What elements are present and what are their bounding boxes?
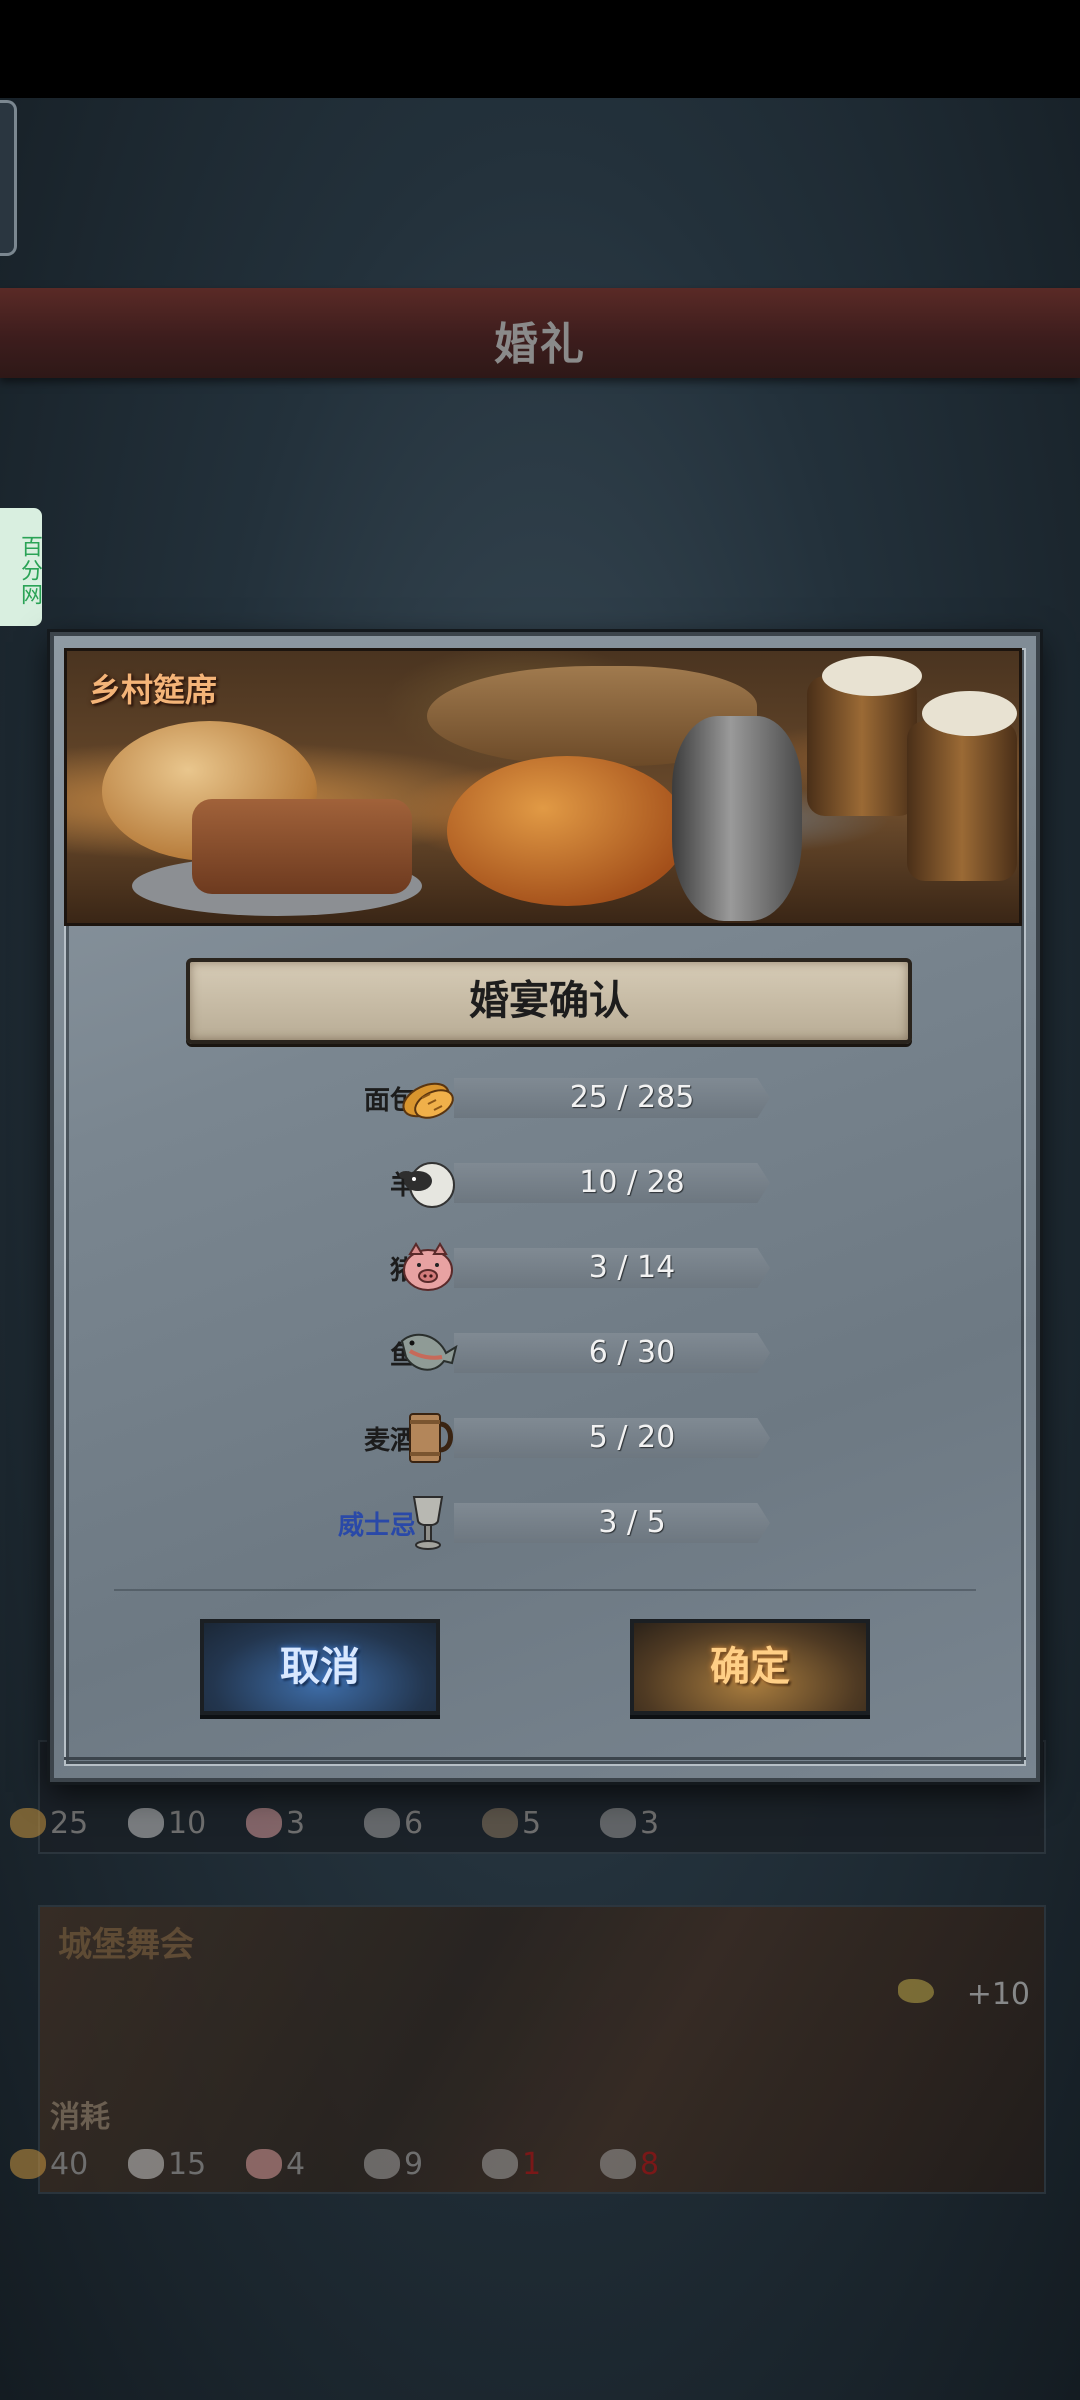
feast-card-village-costs: 25 10 3 6 5 3: [10, 1803, 718, 1843]
roast-chicken-art: [447, 756, 687, 906]
cost-item: 6: [364, 1806, 482, 1841]
confirm-button[interactable]: 确定: [630, 1619, 870, 1715]
cost-item: 9: [364, 2147, 482, 2182]
resource-row-bread: 面包 25 / 285: [54, 1066, 1036, 1130]
cost-item: 25: [10, 1806, 128, 1841]
pig-icon: [403, 1242, 453, 1291]
cost-item: 40: [10, 2147, 128, 2182]
ribs-art: [192, 799, 412, 894]
sheep-icon: [399, 1162, 455, 1208]
feast-card-castle-costs: 40 15 4 9 1 8: [10, 2144, 718, 2184]
resource-row-whisky: 威士忌 3 / 5: [54, 1491, 1036, 1555]
page-title: 婚礼: [494, 319, 586, 370]
ale-foam-art: [822, 656, 922, 696]
resource-value: 5 / 20: [588, 1420, 676, 1455]
resource-bar: 3 / 5: [454, 1503, 770, 1543]
banana-icon: [898, 1979, 934, 2003]
side-badge[interactable]: 百分网: [0, 508, 42, 626]
back-tab[interactable]: [0, 100, 17, 256]
resource-bar: 6 / 30: [454, 1333, 770, 1373]
divider: [114, 1589, 976, 1591]
dialog-bottom-edge: [64, 1757, 1026, 1760]
header-band: 婚礼: [0, 288, 1080, 378]
resource-row-sheep: 羊 10 / 28: [54, 1151, 1036, 1215]
sheep-icon: [128, 1808, 164, 1838]
resource-value: 25 / 285: [569, 1080, 695, 1115]
dialog-title: 婚宴确认: [469, 978, 629, 1024]
bread-icon: [10, 2149, 46, 2179]
cancel-button[interactable]: 取消: [200, 1619, 440, 1715]
resource-value: 10 / 28: [579, 1165, 685, 1200]
fish-icon: [364, 1808, 400, 1838]
goblet-icon: [600, 2149, 636, 2179]
resource-value: 6 / 30: [588, 1335, 676, 1370]
card-title: 城堡舞会: [58, 1925, 194, 1965]
pitcher-art: [672, 716, 802, 921]
ale-mug-icon: [409, 1413, 453, 1463]
ale-foam-art: [922, 691, 1017, 736]
dialog-title-plate: 婚宴确认: [186, 958, 912, 1044]
resource-bar: 10 / 28: [454, 1163, 770, 1203]
resource-bar: 5 / 20: [454, 1418, 770, 1458]
wedding-feast-dialog: 乡村筵席 婚宴确认 面包 25 / 285 羊 10 / 28 猪 3 / 14: [50, 632, 1040, 1782]
cost-item: 8: [600, 2147, 718, 2182]
ale-mug-icon: [482, 1808, 518, 1838]
resource-row-ale: 麦酒 5 / 20: [54, 1406, 1036, 1470]
fish-icon: [482, 2149, 518, 2179]
resource-value: 3 / 14: [588, 1250, 676, 1285]
resource-value: 3 / 5: [598, 1505, 666, 1540]
ale-barrel-art: [807, 676, 917, 816]
cancel-button-label: 取消: [280, 1644, 360, 1690]
card-bonus: +10: [966, 1977, 1030, 2012]
goblet-icon: [600, 1808, 636, 1838]
cost-item: 5: [482, 1806, 600, 1841]
cost-item: 1: [482, 2147, 600, 2182]
ale-barrel-art: [907, 721, 1017, 881]
resource-row-fish: 鱼 6 / 30: [54, 1321, 1036, 1385]
resource-bar: 25 / 285: [454, 1078, 770, 1118]
status-bar: [0, 0, 1080, 98]
fish-icon: [364, 2149, 400, 2179]
cost-item: 10: [128, 1806, 246, 1841]
goblet-icon: [412, 1496, 444, 1550]
bread-icon: [402, 1082, 454, 1119]
cost-item: 15: [128, 2147, 246, 2182]
pig-icon: [246, 1808, 282, 1838]
sheep-icon: [128, 2149, 164, 2179]
confirm-button-label: 确定: [710, 1644, 790, 1690]
resource-bar: 3 / 14: [454, 1248, 770, 1288]
bread-icon: [10, 1808, 46, 1838]
feast-type-label: 乡村筵席: [89, 671, 218, 709]
cost-item: 3: [600, 1806, 718, 1841]
card-consume-label: 消耗: [50, 2100, 110, 2135]
feast-banner-image: 乡村筵席: [64, 648, 1022, 926]
fish-icon: [400, 1333, 458, 1371]
pig-icon: [246, 2149, 282, 2179]
cost-item: 4: [246, 2147, 364, 2182]
resource-row-pig: 猪 3 / 14: [54, 1236, 1036, 1300]
cost-item: 3: [246, 1806, 364, 1841]
